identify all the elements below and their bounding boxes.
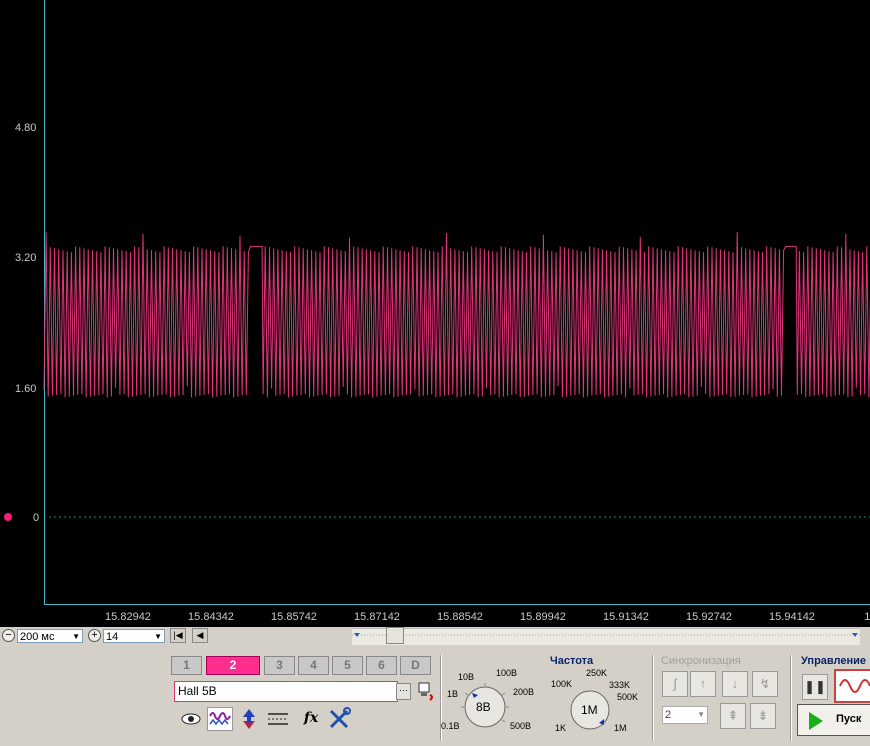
volts-label-10: 10В	[458, 672, 475, 682]
channel-tab-2[interactable]: 2	[206, 656, 260, 675]
x-tick-label: 15.84342	[188, 611, 234, 623]
y-tick-label: 1.60	[15, 383, 36, 395]
x-tick-label: 15.82942	[105, 611, 151, 623]
x-tick-label: 15.89942	[520, 611, 566, 623]
grid-lines-icon[interactable]	[265, 707, 291, 731]
volts-label-0.1: 0.1В	[441, 721, 460, 731]
x-tick-label: 15.88542	[437, 611, 483, 623]
freq-label-1m: 1M	[614, 723, 627, 733]
x-tick-label: 15.85742	[271, 611, 317, 623]
x-tick-label: 15.91342	[603, 611, 649, 623]
channel-tab-3[interactable]: 3	[264, 656, 295, 675]
channel-name-field[interactable]: Hall 5B	[174, 681, 398, 702]
channel-tab-5[interactable]: 5	[332, 656, 363, 675]
go-first-button[interactable]: |◀	[170, 628, 186, 643]
start-label: Пуск	[836, 713, 862, 725]
channel-tab-6[interactable]: 6	[366, 656, 397, 675]
function-icon[interactable]: fx	[298, 707, 324, 731]
channel-name-browse-button[interactable]: ···	[396, 683, 411, 700]
sync-auto-icon[interactable]: ∫	[662, 671, 688, 697]
zoom-value: 14	[106, 631, 119, 643]
waveform-icon[interactable]	[207, 707, 233, 731]
sync-title: Синхронизация	[661, 655, 741, 667]
x-tick-label: 15.87142	[354, 611, 400, 623]
volts-label-500: 500В	[510, 721, 532, 731]
timebase-value: 200 мс	[20, 631, 55, 643]
volts-label-1: 1В	[447, 689, 459, 699]
y-tick-label: 4.80	[15, 122, 36, 134]
freq-label-250k: 250K	[586, 668, 608, 678]
freq-label-500k: 500K	[617, 692, 639, 702]
panel-separator	[790, 655, 792, 741]
channel-zero-marker[interactable]	[4, 513, 12, 521]
frequency-value: 1M	[581, 703, 598, 717]
sync-falling-icon[interactable]: ↓	[722, 671, 748, 697]
channel-tab-1[interactable]: 1	[171, 656, 202, 675]
zoom-out-button[interactable]: −	[2, 629, 15, 642]
chevron-down-icon: ▼	[72, 632, 80, 641]
eye-icon[interactable]	[178, 707, 204, 731]
sine-wave-icon	[839, 679, 870, 693]
freq-label-1k: 1K	[555, 723, 567, 733]
tools-icon[interactable]	[327, 707, 353, 731]
oscilloscope-display[interactable]: 4.80 3.20 1.60 0 15.82942 15.84342 15.8574…	[0, 0, 870, 627]
timebase-select[interactable]: 200 мс ▼	[17, 629, 83, 643]
start-button[interactable]: Пуск	[797, 704, 870, 736]
channel-2-trace	[43, 232, 870, 398]
y-tick-label: 3.20	[15, 252, 36, 264]
volts-label-100: 100В	[496, 668, 518, 678]
chevron-down-icon: ▼	[154, 632, 162, 641]
x-tick-label: 15.92742	[686, 611, 732, 623]
sync-edge-icon[interactable]: ↯	[752, 671, 778, 697]
scroll-thumb[interactable]	[386, 627, 404, 644]
control-title: Управление	[801, 655, 867, 667]
x-axis-ticks: 15.82942 15.84342 15.85742 15.87142 15.88542…	[105, 611, 870, 623]
panel-separator	[652, 655, 654, 741]
channel-tab-digital[interactable]: D	[400, 656, 431, 675]
time-scrollbar[interactable]	[352, 628, 860, 645]
scope-plot: 4.80 3.20 1.60 0 15.82942 15.84342 15.8574…	[4, 0, 870, 623]
chevron-down-icon: ▼	[697, 710, 705, 719]
volts-label-200: 200В	[513, 687, 535, 697]
channel-tab-4[interactable]: 4	[298, 656, 329, 675]
invert-icon[interactable]	[236, 707, 262, 731]
probe-settings-icon[interactable]	[416, 681, 436, 701]
zoom-in-button[interactable]: +	[88, 629, 101, 642]
sync-channel-value: 2	[665, 709, 672, 721]
volts-value: 8В	[476, 700, 491, 714]
y-tick-label: 0	[33, 512, 39, 524]
sync-level-up-icon[interactable]: ⇞	[720, 703, 746, 729]
x-tick-label: 15.9	[864, 611, 870, 623]
pause-icon[interactable]: ❚❚	[802, 674, 828, 700]
scroll-arrows-icon	[352, 633, 860, 637]
zoom-select[interactable]: 14 ▼	[103, 629, 165, 643]
frequency-title: Частота	[550, 655, 594, 667]
sine-mode-button[interactable]	[834, 669, 870, 703]
sync-level-down-icon[interactable]: ⇟	[750, 703, 776, 729]
sync-rising-icon[interactable]: ↑	[690, 671, 716, 697]
freq-label-333k: 333K	[609, 680, 631, 690]
step-back-button[interactable]: ◀	[192, 628, 208, 643]
sync-channel-select[interactable]: 2 ▼	[662, 706, 708, 724]
freq-label-100k: 100K	[551, 679, 573, 689]
play-icon	[809, 712, 823, 730]
x-tick-label: 15.94142	[769, 611, 815, 623]
